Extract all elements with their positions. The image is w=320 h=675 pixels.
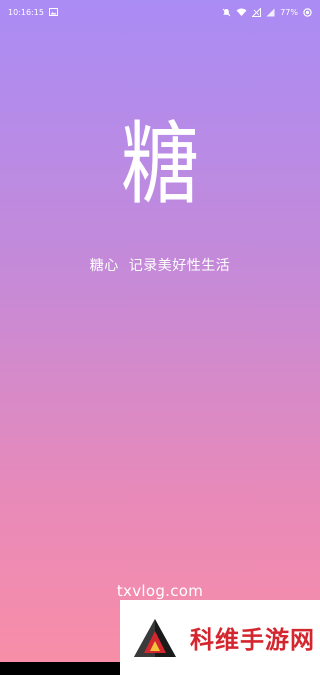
app-logo-char: 糖 <box>120 113 199 217</box>
status-right: 77% <box>222 7 312 17</box>
status-left: 10:16:15 <box>8 8 58 17</box>
watermark-banner: 科维手游网 <box>120 600 320 675</box>
navigation-bar-strip <box>0 662 120 675</box>
watermark-text: 科维手游网 <box>190 626 315 654</box>
watermark-logo-icon <box>134 618 176 657</box>
status-time: 10:16:15 <box>8 7 44 17</box>
splash-screen: 10:16:15 77% 糖 糖心 记录美好性生活 txvlog.com 科维手… <box>0 0 320 675</box>
website-label: txvlog.com <box>116 582 204 600</box>
signal-icon-2 <box>266 8 275 17</box>
app-name: 糖心 <box>89 258 119 274</box>
app-logo: 糖 <box>110 100 210 230</box>
status-bar: 10:16:15 77% <box>0 0 320 24</box>
app-tagline: 糖心 记录美好性生活 <box>0 255 320 275</box>
image-notification-icon <box>48 8 58 16</box>
app-slogan: 记录美好性生活 <box>128 258 231 274</box>
battery-percent: 77% <box>280 7 298 17</box>
battery-saver-icon <box>303 7 312 17</box>
signal-icon <box>252 7 262 17</box>
wifi-icon <box>236 8 247 16</box>
mute-bell-icon <box>222 8 231 17</box>
